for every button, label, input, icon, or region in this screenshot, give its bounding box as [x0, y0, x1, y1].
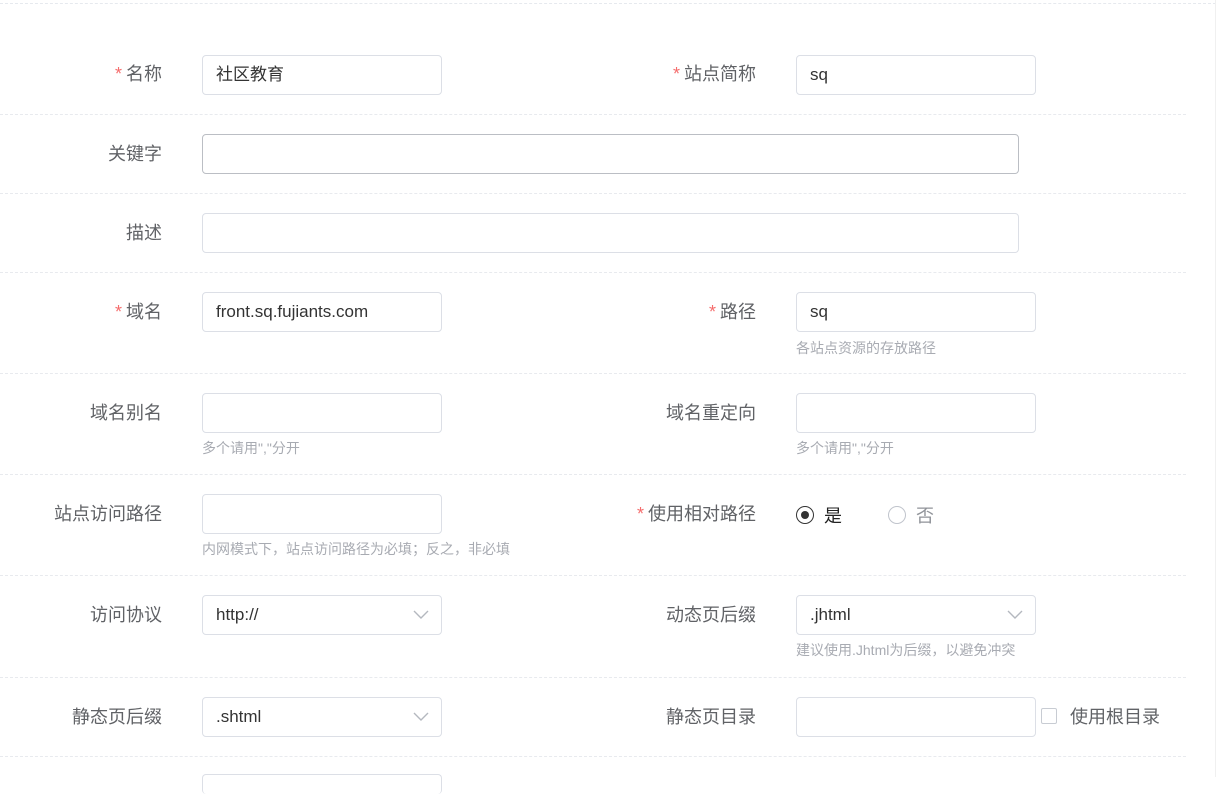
chevron-down-icon [413, 610, 429, 619]
static-suffix-value: .shtml [216, 707, 262, 726]
access-path-label: 站点访问路径 [54, 504, 162, 524]
path-label: * 路径 [708, 302, 756, 322]
required-star: * [114, 302, 122, 322]
keywords-label: 关键字 [108, 144, 162, 164]
form-row-access-path [0, 474, 1186, 576]
protocol-select[interactable]: http:// [202, 595, 442, 635]
path-hint: 各站点资源的存放路径 [796, 340, 936, 356]
dynamic-suffix-label: 动态页后缀 [666, 605, 756, 625]
domain-redirect-hint: 多个请用","分开 [796, 440, 894, 456]
name-input[interactable]: 社区教育 [202, 55, 442, 95]
keywords-input[interactable] [202, 134, 1019, 174]
chevron-down-icon [413, 712, 429, 721]
domain-redirect-input[interactable] [796, 393, 1036, 433]
static-suffix-select[interactable]: .shtml [202, 697, 442, 737]
radio-no[interactable]: 否 [888, 502, 934, 528]
access-path-input[interactable] [202, 494, 442, 534]
required-star: * [636, 504, 644, 524]
use-root-label[interactable]: 使用根目录 [1070, 705, 1160, 729]
radio-yes[interactable]: 是 [796, 502, 842, 528]
required-star: * [708, 302, 716, 322]
path-input[interactable]: sq [796, 292, 1036, 332]
radio-yes-label: 是 [824, 506, 842, 526]
static-suffix-label: 静态页后缀 [72, 707, 162, 727]
description-input[interactable] [202, 213, 1019, 253]
required-star: * [114, 64, 122, 84]
chevron-down-icon [1007, 610, 1023, 619]
relative-path-label: * 使用相对路径 [636, 504, 756, 524]
protocol-label: 访问协议 [90, 605, 162, 625]
short-name-input[interactable]: sq [796, 55, 1036, 95]
use-root-checkbox[interactable] [1041, 708, 1057, 724]
domain-redirect-label: 域名重定向 [666, 403, 756, 423]
name-label: * 名称 [114, 64, 162, 84]
domain-input[interactable]: front.sq.fujiants.com [202, 292, 442, 332]
access-path-hint: 内网模式下，站点访问路径为必填；反之，非必填 [202, 541, 510, 557]
radio-unchecked-icon [888, 506, 906, 524]
radio-checked-icon [796, 506, 814, 524]
description-label: 描述 [126, 223, 162, 243]
dynamic-suffix-hint: 建议使用.Jhtml为后缀，以避免冲突 [796, 642, 1016, 658]
short-name-label: * 站点简称 [672, 64, 756, 84]
domain-alias-hint: 多个请用","分开 [202, 440, 300, 456]
next-row-input-partial[interactable] [202, 774, 442, 794]
static-dir-label: 静态页目录 [666, 707, 756, 727]
domain-alias-label: 域名别名 [90, 403, 162, 423]
domain-label: * 域名 [114, 302, 162, 322]
static-dir-input[interactable] [796, 697, 1036, 737]
dynamic-suffix-select[interactable]: .jhtml [796, 595, 1036, 635]
dynamic-suffix-value: .jhtml [810, 605, 851, 624]
radio-no-label: 否 [916, 506, 934, 526]
domain-alias-input[interactable] [202, 393, 442, 433]
required-star: * [672, 64, 680, 84]
protocol-select-value: http:// [216, 605, 259, 624]
